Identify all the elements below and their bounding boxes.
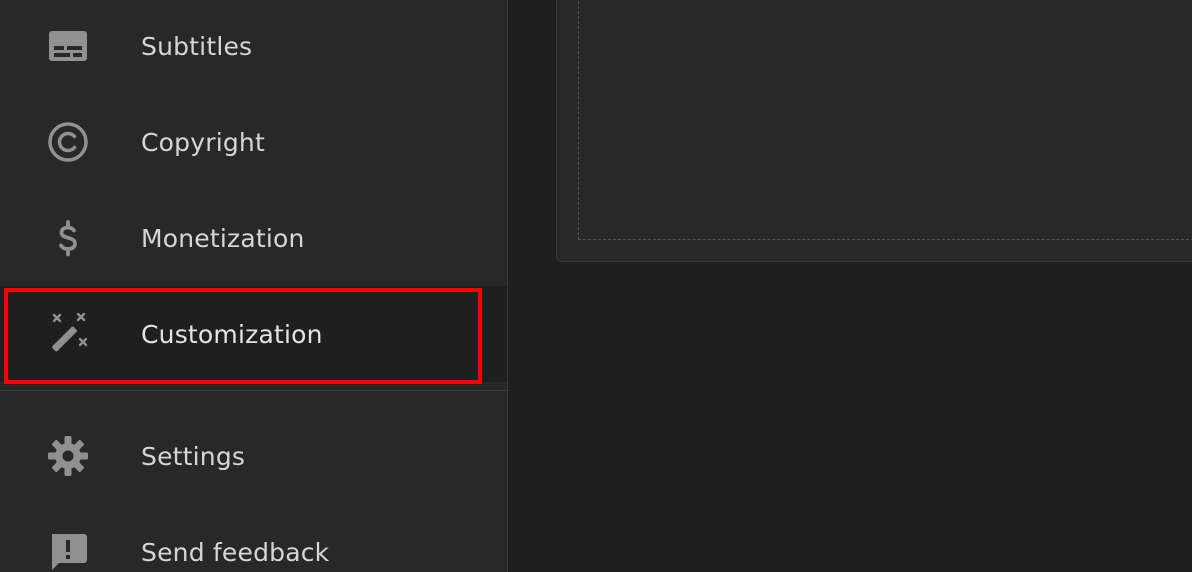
content-card xyxy=(556,0,1192,262)
sidebar-item-send-feedback[interactable]: Send feedback xyxy=(0,504,507,572)
app-window: Subtitles Copyright Monetization Customi… xyxy=(0,0,1192,572)
sidebar-item-copyright[interactable]: Copyright xyxy=(0,94,507,190)
feedback-icon xyxy=(46,530,90,572)
magic-wand-icon xyxy=(46,312,90,356)
sidebar-item-label: Subtitles xyxy=(141,31,253,61)
sidebar-item-subtitles[interactable]: Subtitles xyxy=(0,0,507,94)
sidebar-item-settings[interactable]: Settings xyxy=(0,408,507,504)
sidebar-item-label: Send feedback xyxy=(141,537,330,567)
sidebar-item-label: Customization xyxy=(141,319,323,349)
subtitles-icon xyxy=(46,24,90,68)
sidebar-divider xyxy=(0,390,507,391)
sidebar-item-monetization[interactable]: Monetization xyxy=(0,190,507,286)
main-content xyxy=(508,0,1192,572)
sidebar: Subtitles Copyright Monetization Customi… xyxy=(0,0,508,572)
gear-icon xyxy=(46,434,90,478)
sidebar-item-label: Monetization xyxy=(141,223,305,253)
upload-dropzone[interactable] xyxy=(578,0,1192,240)
sidebar-item-label: Settings xyxy=(141,441,246,471)
copyright-icon xyxy=(46,120,90,164)
sidebar-item-customization[interactable]: Customization xyxy=(0,286,507,382)
sidebar-item-label: Copyright xyxy=(141,127,265,157)
dollar-icon xyxy=(46,216,90,260)
